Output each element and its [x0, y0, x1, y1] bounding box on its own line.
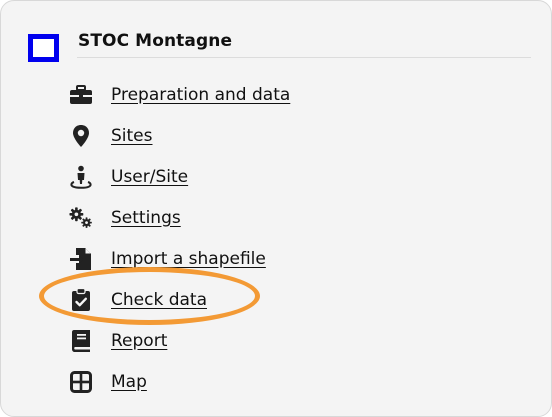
file-import-icon — [69, 247, 93, 271]
menu-label-sites[interactable]: Sites — [111, 126, 153, 146]
panel-title: STOC Montagne — [78, 31, 233, 51]
menu-label-preparation-and-data[interactable]: Preparation and data — [111, 85, 290, 105]
menu-label-settings[interactable]: Settings — [111, 208, 181, 228]
menu-item-map[interactable]: Map — [69, 361, 290, 402]
menu-label-import-a-shapefile[interactable]: Import a shapefile — [111, 249, 266, 269]
toolbox-icon — [69, 83, 93, 107]
header-divider — [77, 57, 531, 58]
clipboard-check-icon — [69, 287, 93, 312]
menu-item-report[interactable]: Report — [69, 320, 290, 361]
menu-item-settings[interactable]: Settings — [69, 197, 290, 238]
menu-item-user-site[interactable]: User/Site — [69, 156, 290, 197]
menu-label-user-site[interactable]: User/Site — [111, 167, 188, 187]
map-pin-icon — [69, 124, 93, 148]
person-location-icon — [69, 165, 93, 189]
menu-label-report[interactable]: Report — [111, 331, 167, 351]
menu-item-preparation-and-data[interactable]: Preparation and data — [69, 74, 290, 115]
menu-panel: STOC Montagne Preparation and data Sites… — [0, 0, 552, 417]
grid-icon — [69, 370, 93, 394]
menu-list: Preparation and data Sites User/Site Set… — [69, 74, 290, 402]
menu-label-check-data[interactable]: Check data — [111, 290, 207, 310]
menu-item-import-a-shapefile[interactable]: Import a shapefile — [69, 238, 290, 279]
menu-item-sites[interactable]: Sites — [69, 115, 290, 156]
menu-item-check-data[interactable]: Check data — [69, 279, 290, 320]
menu-label-map[interactable]: Map — [111, 372, 147, 392]
book-icon — [69, 329, 93, 353]
blue-square-icon — [28, 34, 59, 62]
gears-icon — [69, 206, 93, 230]
